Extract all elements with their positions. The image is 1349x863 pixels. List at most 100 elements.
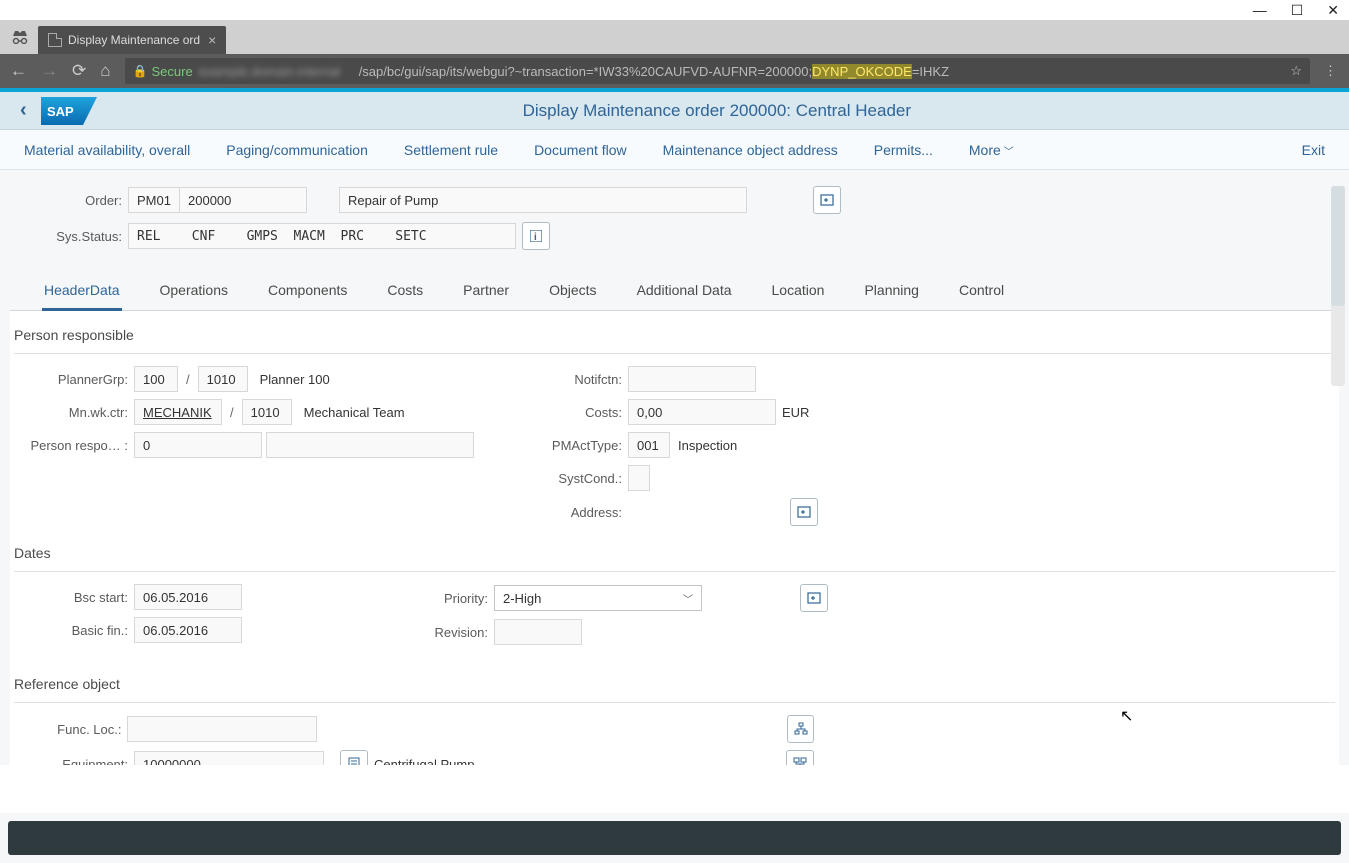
minimize-icon[interactable]: — xyxy=(1253,2,1267,18)
url-tail: =IHKZ xyxy=(912,64,949,79)
permits-link[interactable]: Permits... xyxy=(874,142,933,158)
lock-icon: 🔒 xyxy=(133,64,148,78)
incognito-icon xyxy=(6,23,34,51)
chevron-down-icon: ﹀ xyxy=(1004,147,1014,158)
costs-currency: EUR xyxy=(776,405,809,420)
workcenter-label: Mn.wk.ctr: xyxy=(14,405,134,420)
plannergrp-desc: Planner 100 xyxy=(248,372,330,387)
close-window-icon[interactable]: ✕ xyxy=(1327,2,1339,19)
secure-label: Secure xyxy=(151,64,192,79)
shell-header: ‹ SAP Display Maintenance order 200000: … xyxy=(0,92,1349,130)
tab-operations[interactable]: Operations xyxy=(158,272,230,310)
equipment-structure-icon[interactable] xyxy=(786,750,814,765)
more-menu[interactable]: More﹀ xyxy=(969,142,1014,158)
sap-logo: SAP xyxy=(41,97,97,125)
docflow-link[interactable]: Document flow xyxy=(534,142,627,158)
tab-objects[interactable]: Objects xyxy=(547,272,598,310)
maint-address-link[interactable]: Maintenance object address xyxy=(663,142,838,158)
browser-toolbar: ← → ⟳ ⌂ 🔒 Secure example.domain.internal… xyxy=(0,54,1349,88)
priority-details-icon[interactable] xyxy=(800,584,828,612)
costs-label: Costs: xyxy=(534,405,628,420)
order-desc-field[interactable] xyxy=(339,187,747,213)
tab-partner[interactable]: Partner xyxy=(461,272,511,310)
person-respo-field[interactable] xyxy=(134,432,262,458)
section-person-responsible: Person responsible xyxy=(14,321,1335,354)
workcenter-desc: Mechanical Team xyxy=(292,405,405,420)
revision-label: Revision: xyxy=(434,625,494,640)
close-tab-icon[interactable]: × xyxy=(208,32,216,48)
workcenter-field[interactable] xyxy=(134,399,222,425)
order-type-field[interactable] xyxy=(128,187,180,213)
systcond-label: SystCond.: xyxy=(534,471,628,486)
expand-icon[interactable] xyxy=(813,186,841,214)
func-loc-label: Func. Loc.: xyxy=(14,722,127,737)
tab-headerdata[interactable]: HeaderData xyxy=(42,272,122,311)
section-dates: Dates xyxy=(14,539,1335,572)
equipment-detail-icon[interactable] xyxy=(340,750,368,765)
person-respo-label: Person respo… : xyxy=(14,438,134,453)
svg-text:i: i xyxy=(534,232,537,242)
tab-costs[interactable]: Costs xyxy=(385,272,425,310)
paging-link[interactable]: Paging/communication xyxy=(226,142,368,158)
chevron-down-icon: ﹀ xyxy=(683,591,693,606)
tab-bar: HeaderData Operations Components Costs P… xyxy=(10,272,1339,311)
content-area: Order: Sys.Status: i HeaderData Operatio… xyxy=(0,170,1349,765)
address-label: Address: xyxy=(534,505,628,520)
bsc-start-field[interactable] xyxy=(134,584,242,610)
tab-location[interactable]: Location xyxy=(770,272,827,310)
workcenter-plant-field[interactable] xyxy=(242,399,292,425)
basic-fin-label: Basic fin.: xyxy=(14,623,134,638)
plannergrp-field[interactable] xyxy=(134,366,178,392)
priority-value: 2-High xyxy=(503,591,541,606)
equipment-field[interactable] xyxy=(134,751,324,765)
status-field[interactable] xyxy=(128,223,516,249)
forward-icon[interactable]: → xyxy=(41,61,58,81)
acttype-field[interactable] xyxy=(628,432,670,458)
browser-tab[interactable]: Display Maintenance ord × xyxy=(38,26,226,54)
plannergrp-plant-field[interactable] xyxy=(198,366,248,392)
tab-control[interactable]: Control xyxy=(957,272,1006,310)
settlement-link[interactable]: Settlement rule xyxy=(404,142,498,158)
status-info-icon[interactable]: i xyxy=(522,222,550,250)
notification-label: Notifctn: xyxy=(534,372,628,387)
scrollbar[interactable] xyxy=(1331,186,1345,386)
tab-additional-data[interactable]: Additional Data xyxy=(635,272,734,310)
home-icon[interactable]: ⌂ xyxy=(100,61,110,81)
costs-field[interactable] xyxy=(628,399,776,425)
notification-field[interactable] xyxy=(628,366,756,392)
person-respo-name-field[interactable] xyxy=(266,432,474,458)
order-number-field[interactable] xyxy=(179,187,307,213)
hierarchy-icon[interactable] xyxy=(787,715,814,743)
page-icon xyxy=(48,33,62,47)
priority-select[interactable]: 2-High ﹀ xyxy=(494,585,702,611)
status-label: Sys.Status: xyxy=(28,229,128,244)
address-details-icon[interactable] xyxy=(790,498,818,526)
material-availability-link[interactable]: Material availability, overall xyxy=(24,142,190,158)
order-label: Order: xyxy=(28,193,128,208)
reload-icon[interactable]: ⟳ xyxy=(72,61,86,81)
plannergrp-label: PlannerGrp: xyxy=(14,372,134,387)
exit-link[interactable]: Exit xyxy=(1302,142,1325,158)
basic-fin-field[interactable] xyxy=(134,617,242,643)
priority-label: Priority: xyxy=(434,591,494,606)
tab-components[interactable]: Components xyxy=(266,272,349,310)
address-bar[interactable]: 🔒 Secure example.domain.internal /sap/bc… xyxy=(125,58,1310,84)
revision-field[interactable] xyxy=(494,619,582,645)
url-highlight: DYNP_OKCODE xyxy=(812,64,912,79)
window-controls: — ☐ ✕ xyxy=(0,0,1349,20)
tab-planning[interactable]: Planning xyxy=(862,272,921,310)
browser-menu-icon[interactable]: ⋮ xyxy=(1324,63,1339,79)
equipment-desc: Centrifugal Pump xyxy=(368,757,474,766)
svg-text:SAP: SAP xyxy=(47,104,74,119)
bookmark-star-icon[interactable]: ☆ xyxy=(1290,63,1302,79)
back-icon[interactable]: ← xyxy=(10,61,27,81)
tab-title: Display Maintenance ord xyxy=(68,33,200,47)
func-loc-field[interactable] xyxy=(127,716,317,742)
section-reference-object: Reference object xyxy=(14,670,1335,703)
acttype-label: PMActType: xyxy=(534,438,628,453)
maximize-icon[interactable]: ☐ xyxy=(1291,2,1304,19)
systcond-field[interactable] xyxy=(628,465,650,491)
equipment-label: Equipment: xyxy=(14,757,134,766)
shell-back-icon[interactable]: ‹ xyxy=(12,95,35,126)
browser-tab-strip: Display Maintenance ord × xyxy=(0,20,1349,54)
